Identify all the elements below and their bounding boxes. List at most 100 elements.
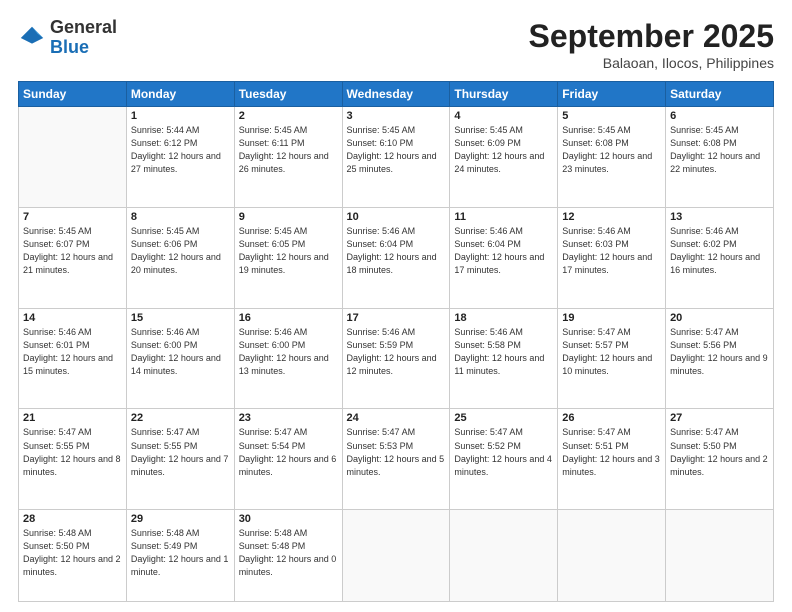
- header-row: Sunday Monday Tuesday Wednesday Thursday…: [19, 82, 774, 107]
- table-row: 5Sunrise: 5:45 AM Sunset: 6:08 PM Daylig…: [558, 107, 666, 208]
- day-number: 25: [454, 412, 553, 424]
- table-row: 1 Sunrise: 5:44 AM Sunset: 6:12 PM Daylig…: [126, 107, 234, 208]
- day-number: 28: [23, 513, 122, 525]
- table-row: 10 Sunrise: 5:46 AM Sunset: 6:04 PM Dayli…: [342, 207, 450, 308]
- day-info: Sunrise: 5:47 AM Sunset: 5:53 PM Dayligh…: [347, 426, 446, 478]
- day-info: Sunrise: 5:47 AM Sunset: 5:57 PM Dayligh…: [562, 326, 661, 378]
- day-number: 4: [454, 110, 553, 122]
- table-row: 18Sunrise: 5:46 AM Sunset: 5:58 PM Dayli…: [450, 308, 558, 409]
- header: General Blue September 2025 Balaoan, Ilo…: [18, 18, 774, 71]
- day-info: Sunrise: 5:46 AM Sunset: 5:59 PM Dayligh…: [347, 326, 446, 378]
- logo-text: General Blue: [50, 18, 117, 58]
- title-block: September 2025 Balaoan, Ilocos, Philippi…: [529, 18, 774, 71]
- table-row: 3Sunrise: 5:45 AM Sunset: 6:10 PM Daylig…: [342, 107, 450, 208]
- table-row: [666, 510, 774, 602]
- day-info: Sunrise: 5:48 AM Sunset: 5:49 PM Dayligh…: [131, 527, 230, 579]
- table-row: 26 Sunrise: 5:47 AM Sunset: 5:51 PM Dayli…: [558, 409, 666, 510]
- table-row: 25 Sunrise: 5:47 AM Sunset: 5:52 PM Dayli…: [450, 409, 558, 510]
- day-info: Sunrise: 5:46 AM Sunset: 6:04 PM Dayligh…: [454, 225, 553, 277]
- table-row: 30 Sunrise: 5:48 AM Sunset: 5:48 PM Dayli…: [234, 510, 342, 602]
- day-number: 1: [131, 110, 230, 122]
- table-row: [19, 107, 127, 208]
- table-row: 14 Sunrise: 5:46 AM Sunset: 6:01 PM Dayli…: [19, 308, 127, 409]
- day-info: Sunrise: 5:47 AM Sunset: 5:50 PM Dayligh…: [670, 426, 769, 478]
- day-number: 27: [670, 412, 769, 424]
- day-number: 22: [131, 412, 230, 424]
- table-row: 7Sunrise: 5:45 AM Sunset: 6:07 PM Daylig…: [19, 207, 127, 308]
- day-info: Sunrise: 5:46 AM Sunset: 6:02 PM Dayligh…: [670, 225, 769, 277]
- table-row: 13 Sunrise: 5:46 AM Sunset: 6:02 PM Dayli…: [666, 207, 774, 308]
- day-number: 14: [23, 312, 122, 324]
- day-info: Sunrise: 5:45 AM Sunset: 6:08 PM Dayligh…: [670, 124, 769, 176]
- day-info: Sunrise: 5:47 AM Sunset: 5:54 PM Dayligh…: [239, 426, 338, 478]
- day-info: Sunrise: 5:46 AM Sunset: 6:03 PM Dayligh…: [562, 225, 661, 277]
- day-info: Sunrise: 5:44 AM Sunset: 6:12 PM Dayligh…: [131, 124, 230, 176]
- day-number: 12: [562, 211, 661, 223]
- week-row-4: 28Sunrise: 5:48 AM Sunset: 5:50 PM Dayli…: [19, 510, 774, 602]
- page: General Blue September 2025 Balaoan, Ilo…: [0, 0, 792, 612]
- day-number: 5: [562, 110, 661, 122]
- table-row: 4 Sunrise: 5:45 AM Sunset: 6:09 PM Daylig…: [450, 107, 558, 208]
- table-row: 2 Sunrise: 5:45 AM Sunset: 6:11 PM Daylig…: [234, 107, 342, 208]
- table-row: 22 Sunrise: 5:47 AM Sunset: 5:55 PM Dayli…: [126, 409, 234, 510]
- table-row: 8Sunrise: 5:45 AM Sunset: 6:06 PM Daylig…: [126, 207, 234, 308]
- table-row: 11 Sunrise: 5:46 AM Sunset: 6:04 PM Dayli…: [450, 207, 558, 308]
- table-row: 19 Sunrise: 5:47 AM Sunset: 5:57 PM Dayli…: [558, 308, 666, 409]
- day-info: Sunrise: 5:47 AM Sunset: 5:56 PM Dayligh…: [670, 326, 769, 378]
- logo-blue: Blue: [50, 37, 89, 57]
- week-row-1: 7Sunrise: 5:45 AM Sunset: 6:07 PM Daylig…: [19, 207, 774, 308]
- week-row-0: 1 Sunrise: 5:44 AM Sunset: 6:12 PM Daylig…: [19, 107, 774, 208]
- col-thursday: Thursday: [450, 82, 558, 107]
- table-row: 24 Sunrise: 5:47 AM Sunset: 5:53 PM Dayli…: [342, 409, 450, 510]
- day-info: Sunrise: 5:45 AM Sunset: 6:06 PM Dayligh…: [131, 225, 230, 277]
- week-row-3: 21 Sunrise: 5:47 AM Sunset: 5:55 PM Dayli…: [19, 409, 774, 510]
- table-row: [450, 510, 558, 602]
- day-number: 10: [347, 211, 446, 223]
- day-info: Sunrise: 5:46 AM Sunset: 6:01 PM Dayligh…: [23, 326, 122, 378]
- day-info: Sunrise: 5:47 AM Sunset: 5:55 PM Dayligh…: [131, 426, 230, 478]
- title-location: Balaoan, Ilocos, Philippines: [529, 55, 774, 71]
- day-number: 17: [347, 312, 446, 324]
- col-friday: Friday: [558, 82, 666, 107]
- day-number: 19: [562, 312, 661, 324]
- day-number: 13: [670, 211, 769, 223]
- day-number: 9: [239, 211, 338, 223]
- title-month: September 2025: [529, 18, 774, 55]
- day-info: Sunrise: 5:45 AM Sunset: 6:10 PM Dayligh…: [347, 124, 446, 176]
- logo: General Blue: [18, 18, 117, 58]
- table-row: 28Sunrise: 5:48 AM Sunset: 5:50 PM Dayli…: [19, 510, 127, 602]
- day-info: Sunrise: 5:46 AM Sunset: 6:04 PM Dayligh…: [347, 225, 446, 277]
- day-info: Sunrise: 5:45 AM Sunset: 6:05 PM Dayligh…: [239, 225, 338, 277]
- day-number: 2: [239, 110, 338, 122]
- day-info: Sunrise: 5:45 AM Sunset: 6:11 PM Dayligh…: [239, 124, 338, 176]
- day-info: Sunrise: 5:47 AM Sunset: 5:51 PM Dayligh…: [562, 426, 661, 478]
- day-number: 7: [23, 211, 122, 223]
- week-row-2: 14 Sunrise: 5:46 AM Sunset: 6:01 PM Dayli…: [19, 308, 774, 409]
- day-number: 23: [239, 412, 338, 424]
- day-number: 24: [347, 412, 446, 424]
- day-info: Sunrise: 5:47 AM Sunset: 5:55 PM Dayligh…: [23, 426, 122, 478]
- day-number: 21: [23, 412, 122, 424]
- day-number: 6: [670, 110, 769, 122]
- table-row: 16Sunrise: 5:46 AM Sunset: 6:00 PM Dayli…: [234, 308, 342, 409]
- col-sunday: Sunday: [19, 82, 127, 107]
- day-info: Sunrise: 5:46 AM Sunset: 6:00 PM Dayligh…: [131, 326, 230, 378]
- table-row: 21 Sunrise: 5:47 AM Sunset: 5:55 PM Dayli…: [19, 409, 127, 510]
- day-number: 29: [131, 513, 230, 525]
- day-info: Sunrise: 5:45 AM Sunset: 6:09 PM Dayligh…: [454, 124, 553, 176]
- table-row: 17 Sunrise: 5:46 AM Sunset: 5:59 PM Dayli…: [342, 308, 450, 409]
- table-row: [558, 510, 666, 602]
- day-info: Sunrise: 5:48 AM Sunset: 5:48 PM Dayligh…: [239, 527, 338, 579]
- day-info: Sunrise: 5:47 AM Sunset: 5:52 PM Dayligh…: [454, 426, 553, 478]
- table-row: 23 Sunrise: 5:47 AM Sunset: 5:54 PM Dayli…: [234, 409, 342, 510]
- col-monday: Monday: [126, 82, 234, 107]
- logo-icon: [18, 24, 46, 52]
- day-number: 26: [562, 412, 661, 424]
- table-row: 27 Sunrise: 5:47 AM Sunset: 5:50 PM Dayli…: [666, 409, 774, 510]
- day-number: 11: [454, 211, 553, 223]
- day-number: 15: [131, 312, 230, 324]
- day-number: 18: [454, 312, 553, 324]
- day-number: 16: [239, 312, 338, 324]
- day-number: 30: [239, 513, 338, 525]
- table-row: 15 Sunrise: 5:46 AM Sunset: 6:00 PM Dayli…: [126, 308, 234, 409]
